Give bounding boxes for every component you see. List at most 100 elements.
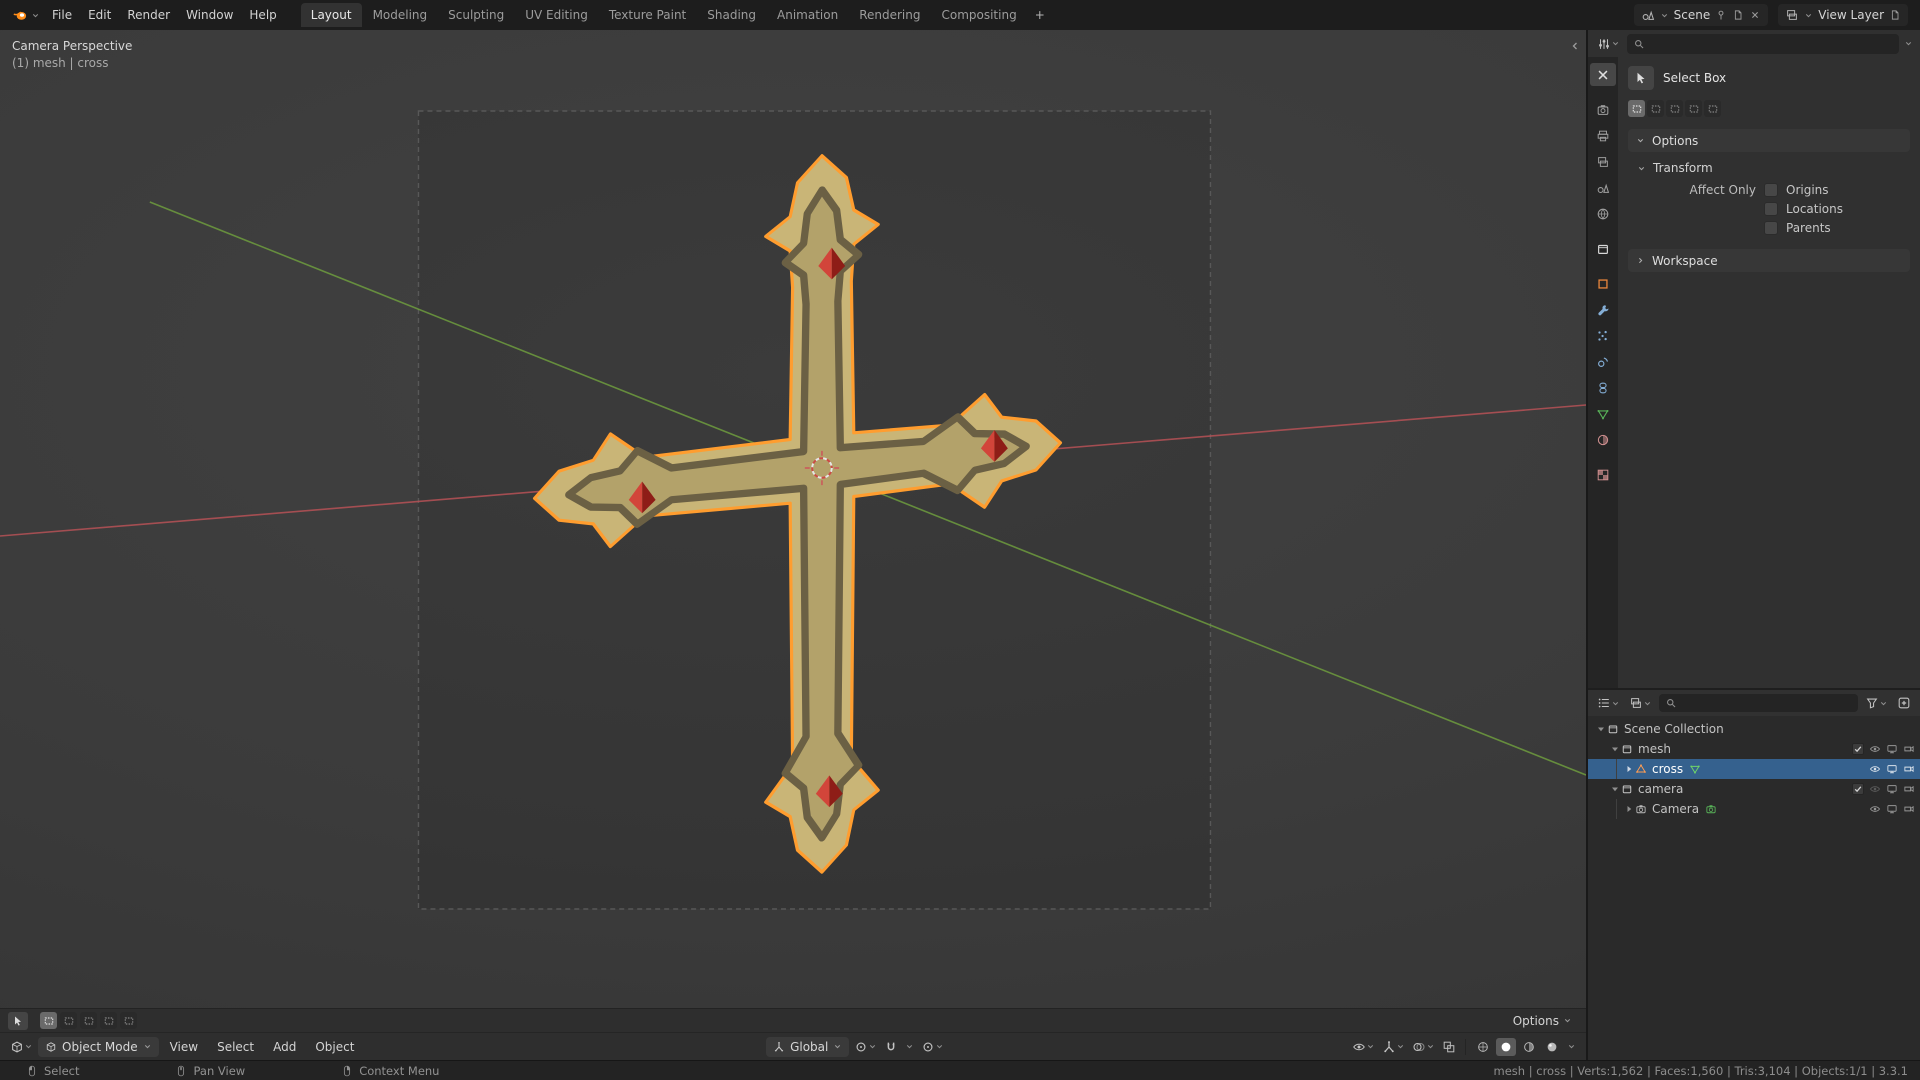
overlays-dropdown[interactable] [1410,1038,1437,1056]
select-mode-intersect-button[interactable] [1704,100,1721,117]
select-mode-subtract-button[interactable] [1666,100,1683,117]
shading-rendered-button[interactable] [1542,1038,1562,1056]
editor-type-button[interactable] [8,1038,35,1056]
properties-search-input[interactable] [1627,33,1899,54]
shading-wireframe-button[interactable] [1473,1038,1493,1056]
tab-world[interactable] [1590,202,1616,225]
row-object-cross[interactable]: cross [1588,759,1920,779]
unlink-scene-button[interactable] [1749,9,1761,21]
select-mode-extend-button[interactable] [60,1012,77,1029]
gizmos-dropdown[interactable] [1380,1038,1407,1056]
disable-render-icon[interactable] [1903,803,1915,815]
menu-add[interactable]: Add [265,1036,304,1058]
tab-output[interactable] [1590,124,1616,147]
tab-rendering[interactable]: Rendering [849,3,930,27]
menu-file[interactable]: File [44,4,80,26]
menu-select[interactable]: Select [209,1036,262,1058]
tool-options-dropdown[interactable]: Options [1507,1012,1578,1030]
tab-texture[interactable] [1590,463,1616,486]
expand-icon[interactable] [1623,763,1635,775]
row-scene-collection[interactable]: Scene Collection [1588,719,1920,739]
editor-type-button[interactable] [1595,694,1622,712]
filter-dropdown[interactable] [1863,694,1890,712]
menu-object[interactable]: Object [307,1036,362,1058]
tab-tool[interactable] [1590,63,1616,86]
shading-solid-button[interactable] [1496,1037,1516,1056]
tab-view-layer[interactable] [1590,150,1616,173]
select-mode-set-button[interactable] [40,1012,57,1029]
exclude-checkbox[interactable] [1852,743,1864,755]
snap-settings-dropdown[interactable] [903,1040,916,1053]
editor-type-button[interactable] [1595,35,1622,53]
active-tool-button[interactable] [1628,66,1654,90]
disable-viewport-icon[interactable] [1886,783,1898,795]
row-object-camera[interactable]: Camera [1588,799,1920,819]
hide-eye-icon[interactable] [1869,803,1881,815]
tab-physics[interactable] [1590,350,1616,373]
3d-viewport-canvas[interactable]: Camera Perspective (1) mesh | cross [0,30,1586,1008]
menu-render[interactable]: Render [119,4,178,26]
select-mode-set-button[interactable] [1628,100,1645,117]
tab-collection[interactable] [1590,237,1616,260]
active-tool-button[interactable] [8,1011,28,1030]
menu-edit[interactable]: Edit [80,4,119,26]
tab-layout[interactable]: Layout [300,3,362,27]
menu-help[interactable]: Help [241,4,284,26]
snap-toggle[interactable] [882,1038,900,1056]
xray-toggle[interactable] [1440,1038,1458,1056]
locations-checkbox[interactable] [1764,202,1778,216]
tab-render[interactable] [1590,98,1616,121]
sidebar-toggle[interactable] [1569,40,1581,55]
tab-compositing[interactable]: Compositing [931,3,1026,27]
select-mode-invert-button[interactable] [100,1012,117,1029]
disable-viewport-icon[interactable] [1886,803,1898,815]
panel-transform-header[interactable]: Transform [1628,152,1910,178]
tab-shading[interactable]: Shading [697,3,766,27]
tab-material[interactable] [1590,428,1616,451]
tab-texture-paint[interactable]: Texture Paint [599,3,696,27]
row-collection-mesh[interactable]: mesh [1588,739,1920,759]
disable-viewport-icon[interactable] [1886,763,1898,775]
tab-sculpting[interactable]: Sculpting [438,3,514,27]
hide-eye-icon[interactable] [1869,763,1881,775]
disable-viewport-icon[interactable] [1886,743,1898,755]
tab-modifiers[interactable] [1590,298,1616,321]
tab-object[interactable] [1590,272,1616,295]
disable-render-icon[interactable] [1903,763,1915,775]
expand-icon[interactable] [1595,723,1607,735]
proportional-edit-toggle[interactable] [919,1038,946,1056]
show-object-types-dropdown[interactable] [1350,1038,1377,1056]
outliner-search-input[interactable] [1659,694,1858,712]
tab-modeling[interactable]: Modeling [363,3,438,27]
select-mode-subtract-button[interactable] [80,1012,97,1029]
parents-checkbox[interactable] [1764,221,1778,235]
app-menu-button[interactable] [8,7,44,23]
pivot-point-dropdown[interactable] [852,1038,879,1056]
select-mode-intersect-button[interactable] [120,1012,137,1029]
panel-options-header[interactable]: Options [1628,129,1910,152]
new-scene-button[interactable] [1732,9,1744,21]
tab-uv-editing[interactable]: UV Editing [515,3,598,27]
new-collection-button[interactable] [1895,694,1913,712]
panel-workspace-header[interactable]: Workspace [1628,249,1910,272]
hide-eye-icon[interactable] [1869,743,1881,755]
shading-settings-dropdown[interactable] [1565,1040,1578,1053]
view-layer-selector[interactable]: View Layer [1778,4,1908,26]
new-view-layer-button[interactable] [1889,9,1901,21]
row-collection-camera[interactable]: camera [1588,779,1920,799]
tab-constraints[interactable] [1590,376,1616,399]
mode-dropdown[interactable]: Object Mode [38,1036,159,1057]
scene-selector[interactable]: Scene [1633,4,1769,26]
display-mode-dropdown[interactable] [1627,694,1654,712]
select-mode-invert-button[interactable] [1685,100,1702,117]
transform-orientation-dropdown[interactable]: Global [766,1036,850,1057]
disable-render-icon[interactable] [1903,783,1915,795]
tab-animation[interactable]: Animation [767,3,848,27]
pin-scene-button[interactable] [1715,9,1727,21]
tab-object-data[interactable] [1590,402,1616,425]
shading-material-button[interactable] [1519,1038,1539,1056]
exclude-checkbox[interactable] [1852,783,1864,795]
tab-particles[interactable] [1590,324,1616,347]
collapse-icon[interactable] [1609,743,1621,755]
hide-eye-icon[interactable] [1869,783,1881,795]
